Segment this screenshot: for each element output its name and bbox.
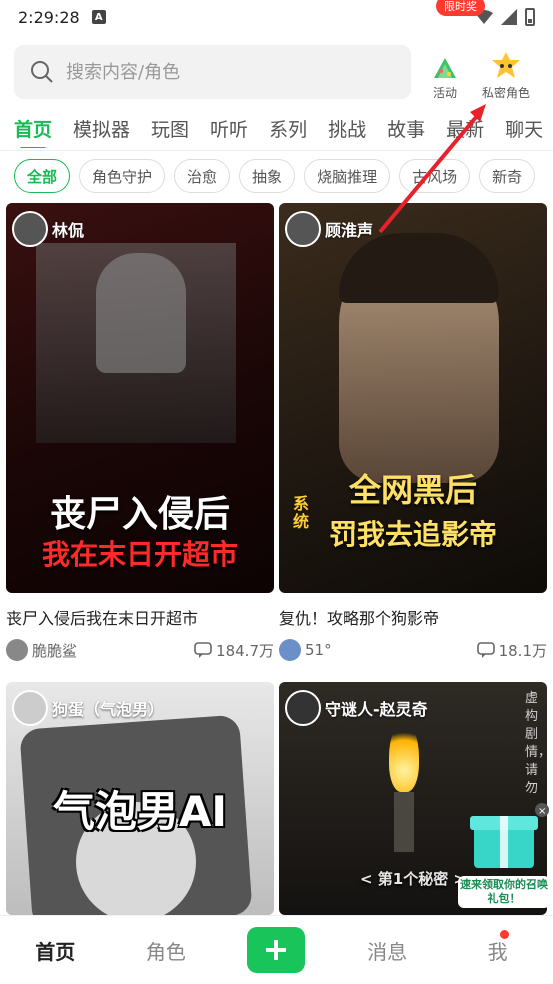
author-name: 守谜人-赵灵奇 xyxy=(325,700,428,719)
candle-art xyxy=(394,792,414,852)
cover-text-line2: 罚我去追影帝 xyxy=(328,518,497,551)
user-name: 脆脆鲨 xyxy=(32,641,78,660)
nav-create[interactable] xyxy=(221,927,332,973)
tab-simulator[interactable]: 模拟器 xyxy=(73,115,130,142)
card-meta: 51° 18.1万 xyxy=(279,639,547,661)
tree-icon xyxy=(434,58,456,78)
chip-healing[interactable]: 治愈 xyxy=(174,159,231,193)
chip-all[interactable]: 全部 xyxy=(14,159,71,193)
avatar xyxy=(285,211,321,247)
nav-messages[interactable]: 消息 xyxy=(332,936,443,965)
chip-ancient[interactable]: 古风场 xyxy=(399,159,471,193)
chat-bubble-icon xyxy=(194,642,212,658)
search-input[interactable] xyxy=(66,61,366,83)
notification-dot xyxy=(499,929,509,939)
flame-art xyxy=(389,722,419,792)
chat-count: 18.1万 xyxy=(476,640,547,661)
filter-chips: 全部 角色守护 治愈 抽象 烧脑推理 古风场 新奇 xyxy=(14,159,553,195)
cover-text-line1: 气泡男AI xyxy=(52,787,228,836)
author-name: 狗蛋（气泡男） xyxy=(52,700,165,719)
avatar xyxy=(285,690,321,726)
tab-series[interactable]: 系列 xyxy=(269,115,307,142)
nav-home[interactable]: 首页 xyxy=(0,936,111,965)
user-avatar xyxy=(6,639,28,661)
gift-label: 速来领取你的召唤礼包！ xyxy=(458,876,550,908)
tab-home[interactable]: 首页 xyxy=(14,115,52,148)
user-name: 51° xyxy=(305,641,332,659)
side-text: 虚构剧情，请勿 xyxy=(525,691,547,796)
category-tabs: 首页 模拟器 玩图 听听 系列 挑战 故事 最新 聊天 xyxy=(0,108,553,148)
tab-story[interactable]: 故事 xyxy=(387,115,425,142)
tab-latest[interactable]: 最新 xyxy=(446,115,484,142)
card-cover[interactable]: 狗蛋（气泡男） 气泡男AI xyxy=(6,682,274,915)
search-icon xyxy=(31,61,53,83)
avatar xyxy=(12,690,48,726)
cover-text-line1: 丧尸入侵后 xyxy=(49,494,230,535)
author-name: 顾淮声 xyxy=(325,221,374,240)
tab-play-image[interactable]: 玩图 xyxy=(151,115,189,142)
nav-me-wrapper[interactable]: 我 xyxy=(442,929,553,965)
avatar xyxy=(12,211,48,247)
gift-box-icon: × xyxy=(470,803,549,868)
chat-count-value: 184.7万 xyxy=(216,641,274,660)
battery-icon xyxy=(525,8,535,26)
author-chip: 守谜人-赵灵奇 xyxy=(285,690,428,726)
gift-widget[interactable]: × 速来领取你的召唤礼包！ xyxy=(458,802,550,908)
author-chip: 顾淮声 xyxy=(285,211,373,247)
character-art xyxy=(96,253,186,373)
bottom-nav: 首页 角色 消息 我 xyxy=(0,915,553,984)
chip-novel[interactable]: 新奇 xyxy=(479,159,536,193)
limited-time-badge: 限时奖 xyxy=(436,0,485,16)
private-role-label: 私密角色 xyxy=(481,86,530,100)
story-card[interactable]: 林侃 丧尸入侵后 我在末日开超市 丧尸入侵后我在末日开超市 脆脆鲨 184.7万 xyxy=(6,203,274,661)
card-title[interactable]: 丧尸入侵后我在末日开超市 xyxy=(6,605,274,629)
story-card[interactable]: 顾淮声 全网黑后 罚我去追影帝 系统 复仇！攻略那个狗影帝 51° 18.1万 xyxy=(279,203,547,661)
activity-label: 活动 xyxy=(432,86,457,100)
card-cover[interactable]: 林侃 丧尸入侵后 我在末日开超市 xyxy=(6,203,274,593)
search-box[interactable] xyxy=(14,45,411,99)
tab-chat[interactable]: 聊天 xyxy=(505,115,543,142)
private-role-icon xyxy=(492,52,520,78)
cover-tag: 系统 xyxy=(293,494,310,531)
cover-text-line1: 全网黑后 xyxy=(348,471,477,509)
nav-me[interactable]: 我 xyxy=(488,940,508,964)
signal-icon xyxy=(501,9,517,25)
svg-text:×: × xyxy=(538,806,546,817)
tabs-divider xyxy=(0,150,553,151)
nav-roles[interactable]: 角色 xyxy=(111,936,222,965)
chip-guardian[interactable]: 角色守护 xyxy=(79,159,166,193)
tab-challenge[interactable]: 挑战 xyxy=(328,115,366,142)
notification-icon: A xyxy=(91,10,106,24)
plus-icon xyxy=(266,940,287,960)
chat-count: 184.7万 xyxy=(194,640,274,661)
cover-text-line2: 我在末日开超市 xyxy=(41,538,238,571)
tab-listen[interactable]: 听听 xyxy=(210,115,248,142)
chat-bubble-icon xyxy=(476,642,495,658)
author-name: 林侃 xyxy=(52,221,85,240)
private-role-button[interactable]: 私密角色 xyxy=(466,50,546,101)
card-cover[interactable]: 顾淮声 全网黑后 罚我去追影帝 系统 xyxy=(279,203,547,593)
author-chip: 林侃 xyxy=(12,211,84,247)
card-title[interactable]: 复仇！攻略那个狗影帝 xyxy=(279,605,547,629)
status-time: 2:29:28 xyxy=(18,7,80,27)
chip-puzzle[interactable]: 烧脑推理 xyxy=(304,159,391,193)
user-avatar xyxy=(279,639,301,661)
author-chip: 狗蛋（气泡男） xyxy=(12,690,164,726)
card-meta: 脆脆鲨 184.7万 xyxy=(6,639,274,661)
chat-count-value: 18.1万 xyxy=(498,641,547,660)
create-button[interactable] xyxy=(247,927,306,973)
story-card[interactable]: 狗蛋（气泡男） 气泡男AI xyxy=(6,682,274,915)
chip-abstract[interactable]: 抽象 xyxy=(239,159,296,193)
